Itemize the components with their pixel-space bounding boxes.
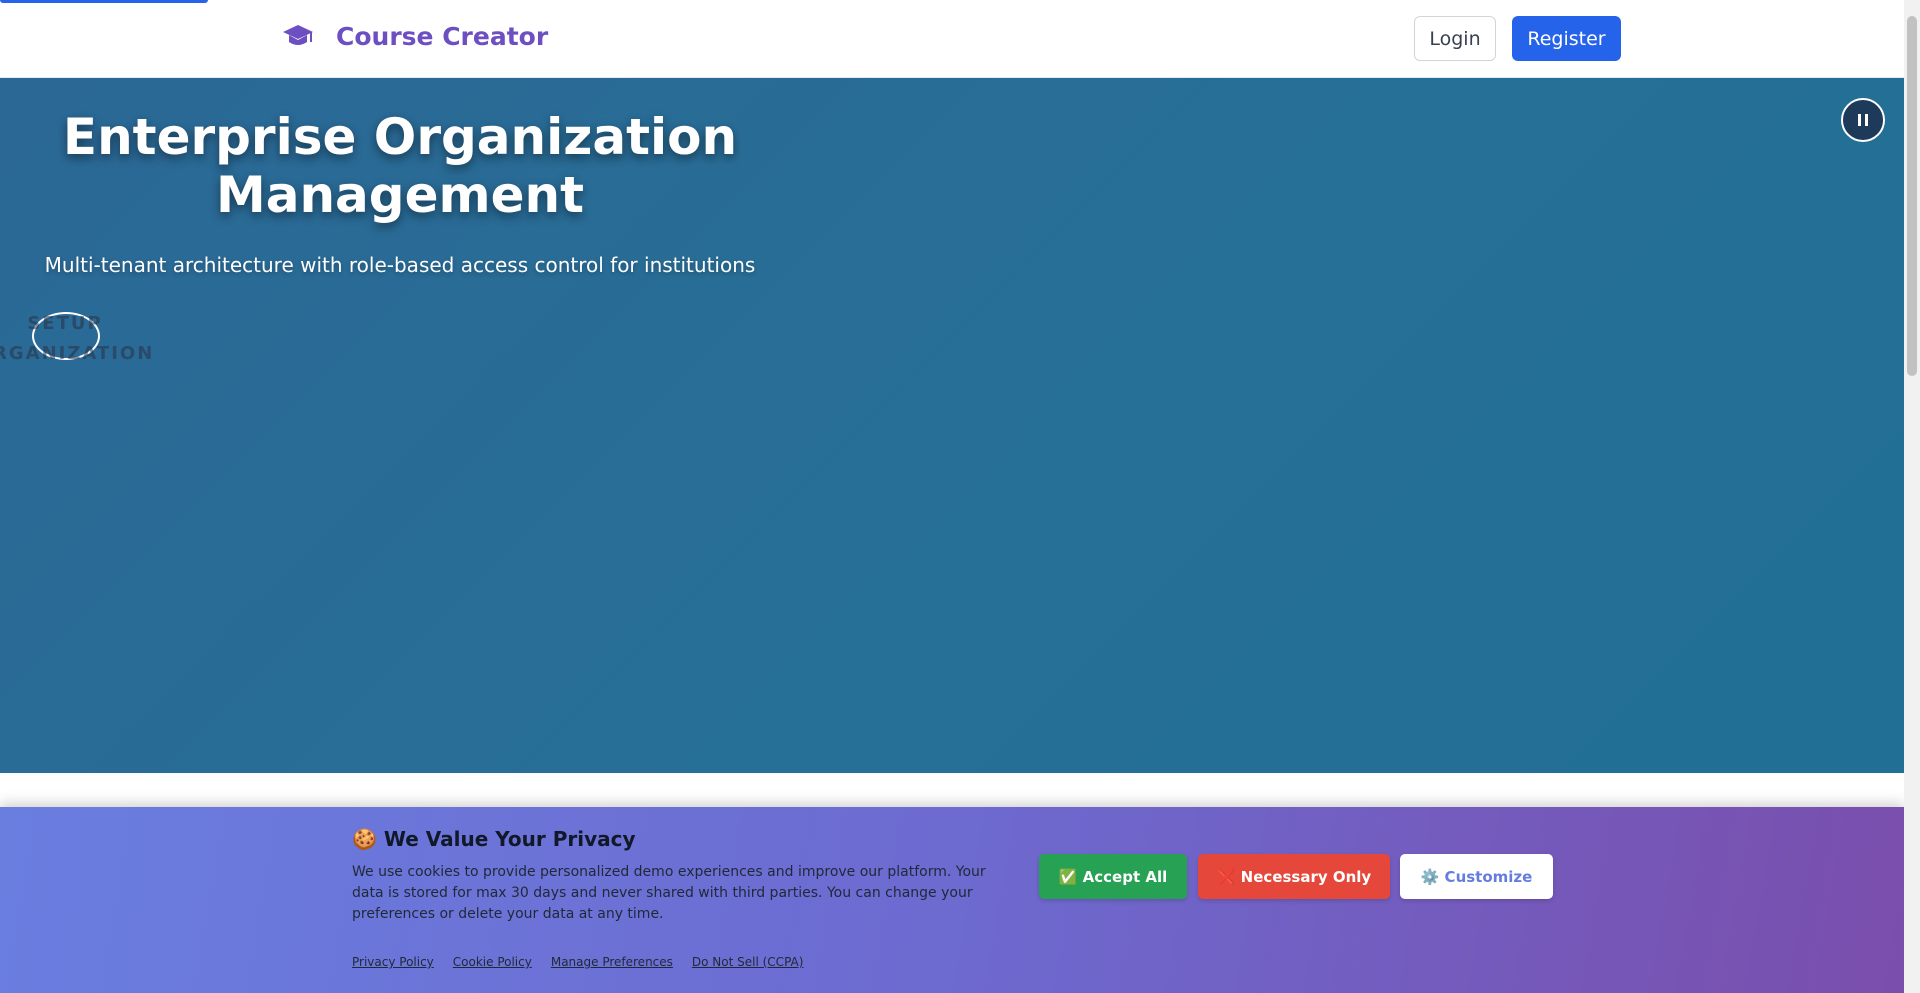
pause-button[interactable]	[1841, 98, 1885, 142]
cookie-banner-text: We use cookies to provide personalized d…	[352, 864, 986, 922]
brand-title: Course Creator	[336, 21, 549, 51]
hero-section: Enterprise Organization Management Multi…	[0, 78, 1904, 773]
manage-preferences-link[interactable]: Manage Preferences	[551, 955, 673, 969]
navbar: Course Creator Login Register	[0, 0, 1904, 78]
graduation-cap-icon	[282, 20, 314, 52]
cookie-banner-title: 🍪 We Value Your Privacy	[352, 827, 636, 851]
cookie-consent-banner: 🍪 We Value Your Privacy We use cookies t…	[0, 807, 1904, 993]
customize-button[interactable]: ⚙️ Customize	[1400, 854, 1553, 899]
pause-icon	[1858, 114, 1861, 126]
cookie-policy-link[interactable]: Cookie Policy	[453, 955, 532, 969]
do-not-sell-link[interactable]: Do Not Sell (CCPA)	[692, 955, 804, 969]
cookie-links: Privacy Policy Cookie Policy Manage Pref…	[352, 955, 803, 969]
brand[interactable]: Course Creator	[282, 20, 548, 52]
privacy-policy-link[interactable]: Privacy Policy	[352, 955, 434, 969]
hero-title: Enterprise Organization Management	[62, 108, 738, 224]
page-scrollbar[interactable]	[1904, 0, 1920, 993]
setup-organization-label[interactable]: SETUP ORGANIZATION	[0, 309, 160, 369]
accept-all-button[interactable]: ✅ Accept All	[1039, 854, 1187, 899]
top-progress-bar	[0, 0, 208, 3]
hero-subtitle: Multi-tenant architecture with role-base…	[44, 253, 756, 277]
login-button[interactable]: Login	[1414, 16, 1496, 61]
register-button[interactable]: Register	[1512, 16, 1621, 61]
necessary-only-button[interactable]: ❌ Necessary Only	[1198, 854, 1390, 899]
scrollbar-thumb[interactable]	[1907, 16, 1917, 376]
